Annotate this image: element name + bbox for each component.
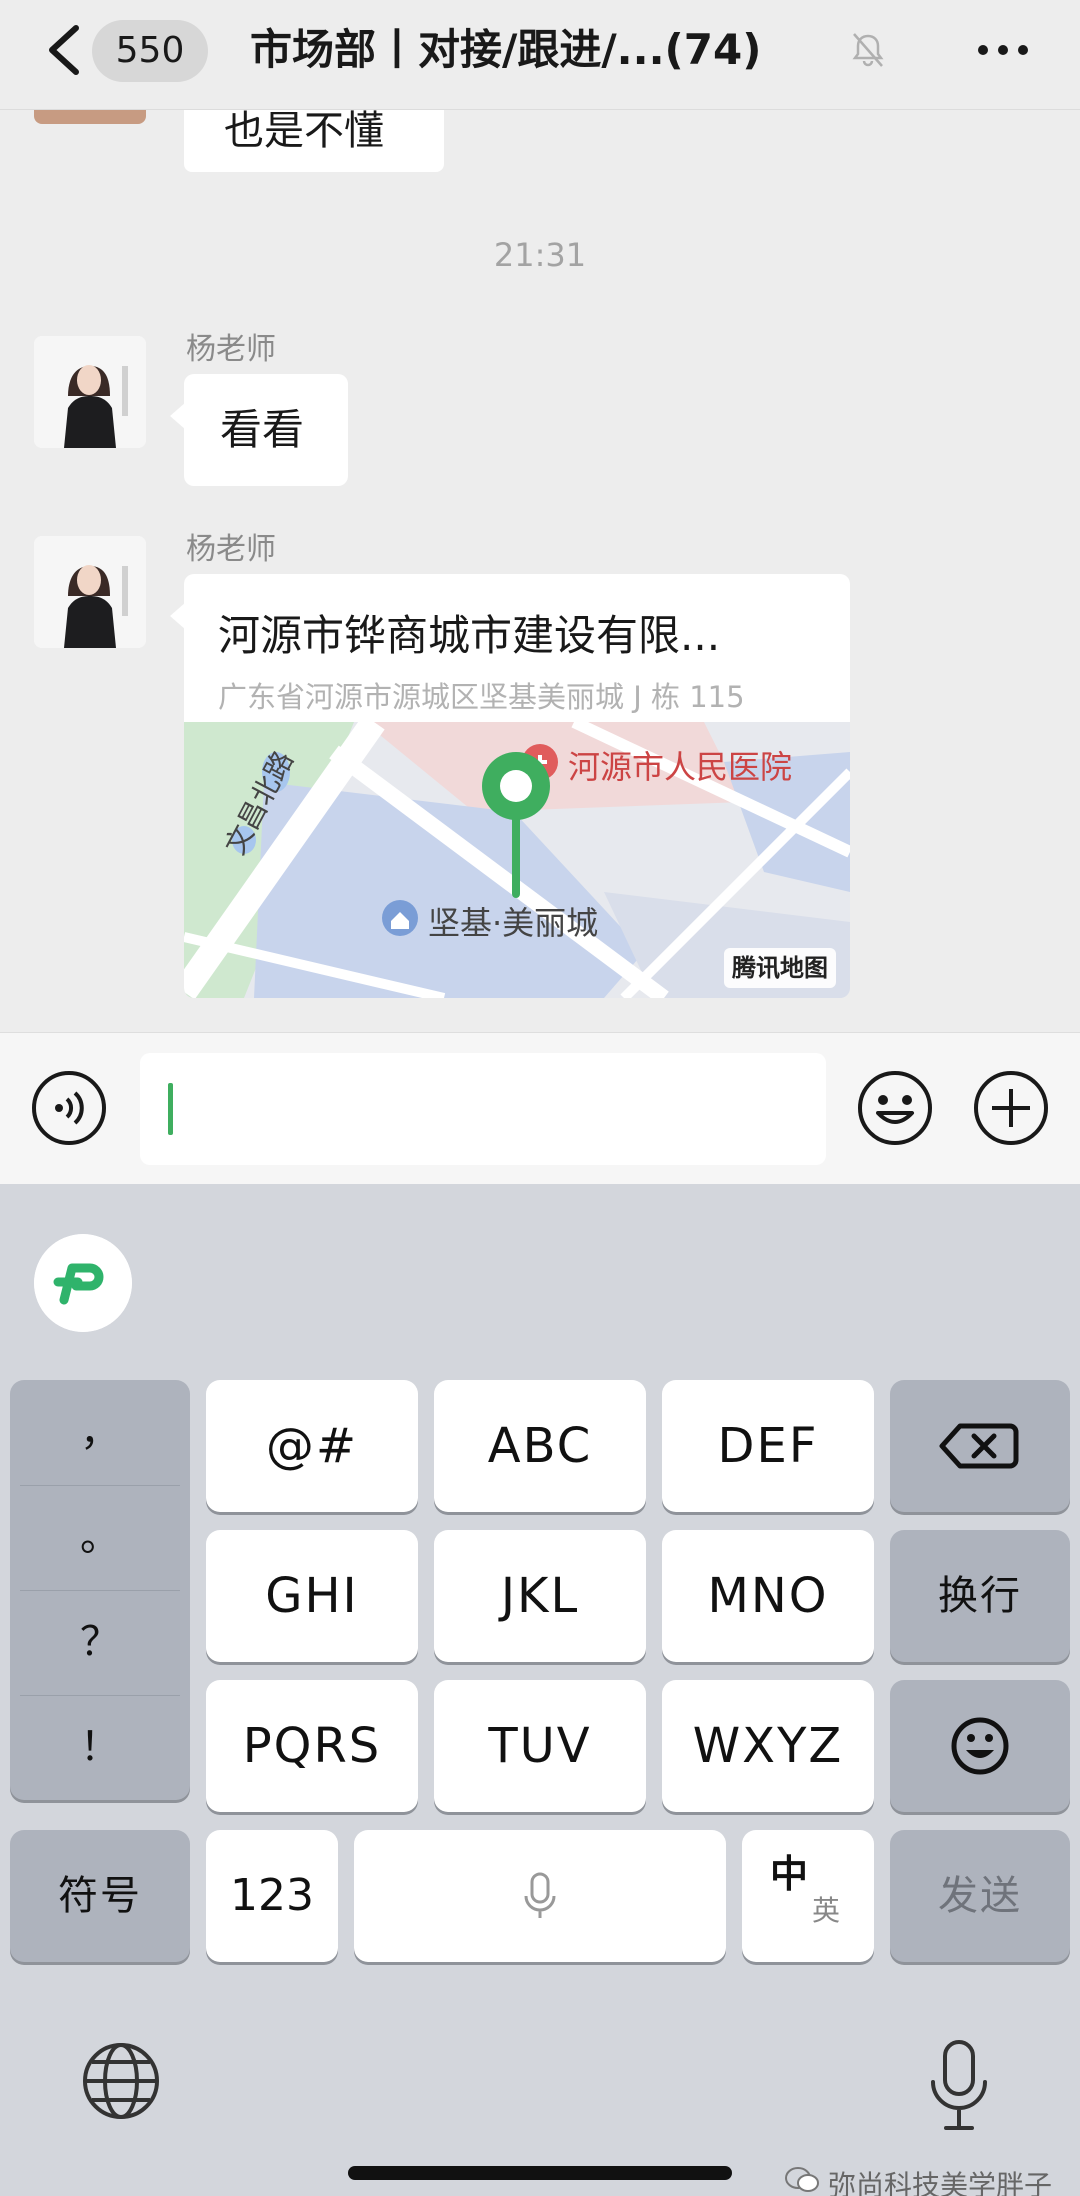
key-ghi[interactable]: GHI bbox=[206, 1530, 418, 1662]
punctuation-column: ， 。 ？ ！ bbox=[10, 1380, 190, 1800]
mute-bell-icon bbox=[852, 33, 884, 67]
watermark-text: 弥尚科技美学胖子 bbox=[828, 2169, 1053, 2196]
home-indicator[interactable] bbox=[348, 2166, 732, 2180]
key-emoji[interactable] bbox=[890, 1680, 1070, 1812]
punctuation-key[interactable]: ， bbox=[10, 1380, 190, 1485]
wechat-logo-icon bbox=[785, 2167, 819, 2192]
globe-icon[interactable] bbox=[80, 2040, 162, 2122]
message-bubble[interactable]: 看看 bbox=[170, 374, 348, 486]
message-text: 看看 bbox=[220, 405, 305, 454]
unread-count-badge[interactable]: 550 bbox=[92, 20, 208, 82]
sender-name: 杨老师 bbox=[186, 532, 276, 567]
key-space[interactable] bbox=[354, 1830, 726, 1962]
member-count: (74) bbox=[664, 25, 762, 74]
avatar[interactable] bbox=[34, 536, 146, 648]
send-button[interactable]: 发送 bbox=[890, 1830, 1070, 1962]
avatar-photo-icon bbox=[34, 536, 146, 648]
chat-header: 550 市场部丨对接/跟进/...(74) bbox=[0, 0, 1080, 110]
keyboard: ， 。 ？ ！ @# ABC DEF GHI JKL MNO 换行 PQRS T… bbox=[0, 1184, 1080, 2196]
avatar[interactable] bbox=[34, 336, 146, 448]
location-title: 河源市铧商城市建设有限... bbox=[218, 611, 721, 660]
input-bar bbox=[0, 1032, 1080, 1184]
key-symbols-at[interactable]: @# bbox=[206, 1380, 418, 1512]
key-pqrs[interactable]: PQRS bbox=[206, 1680, 418, 1812]
chat-title: 市场部丨对接/跟进/...(74) bbox=[250, 18, 850, 82]
message-list[interactable]: 也是不懂 21:31 杨老师 看看 杨老师 河源市铧商城市建设有限... 广东省… bbox=[0, 110, 1080, 1032]
key-language-switch[interactable]: 中 英 bbox=[742, 1830, 874, 1962]
key-mno[interactable]: MNO bbox=[662, 1530, 874, 1662]
key-numbers[interactable]: 123 bbox=[206, 1830, 338, 1962]
emoji-key-icon bbox=[951, 1717, 1009, 1775]
message-bubble[interactable]: 也是不懂 bbox=[184, 110, 444, 172]
voice-mode-icon[interactable] bbox=[30, 1069, 108, 1147]
punctuation-key[interactable]: ？ bbox=[10, 1590, 190, 1695]
more-options-icon[interactable] bbox=[975, 40, 1031, 60]
key-backspace[interactable] bbox=[890, 1380, 1070, 1512]
key-def[interactable]: DEF bbox=[662, 1380, 874, 1512]
avatar-photo-icon bbox=[34, 336, 146, 448]
microphone-icon bbox=[524, 1872, 556, 1918]
location-card[interactable]: 河源市铧商城市建设有限... 广东省河源市源城区坚基美丽城 J 栋 115 河源… bbox=[170, 574, 850, 998]
punctuation-key[interactable]: 。 bbox=[10, 1485, 190, 1590]
text-caret bbox=[168, 1083, 173, 1135]
key-newline[interactable]: 换行 bbox=[890, 1530, 1070, 1662]
key-symbols[interactable]: 符号 bbox=[10, 1830, 190, 1962]
key-tuv[interactable]: TUV bbox=[434, 1680, 646, 1812]
emoji-icon[interactable] bbox=[856, 1069, 934, 1147]
message-input[interactable] bbox=[140, 1053, 826, 1165]
map-preview[interactable]: 河源市人民医院 文昌北路 坚基·美丽城 腾讯地图 bbox=[184, 722, 850, 998]
plus-icon[interactable] bbox=[972, 1069, 1050, 1147]
map-credit: 腾讯地图 bbox=[724, 948, 836, 988]
map-label-hospital: 河源市人民医院 bbox=[568, 748, 793, 786]
group-name: 市场部丨对接/跟进/... bbox=[250, 25, 665, 74]
key-jkl[interactable]: JKL bbox=[434, 1530, 646, 1662]
map-label-place: 坚基·美丽城 bbox=[428, 904, 599, 942]
key-wxyz[interactable]: WXYZ bbox=[662, 1680, 874, 1812]
avatar[interactable] bbox=[34, 110, 146, 124]
backspace-icon bbox=[939, 1423, 1019, 1469]
lang-zh-label: 中 bbox=[770, 1852, 811, 1896]
back-chevron-icon[interactable] bbox=[40, 22, 90, 78]
sender-name: 杨老师 bbox=[186, 332, 276, 367]
punctuation-key[interactable]: ！ bbox=[10, 1695, 190, 1800]
dictation-mic-icon[interactable] bbox=[924, 2036, 994, 2136]
message-timestamp: 21:31 bbox=[493, 236, 587, 274]
input-method-logo-icon[interactable] bbox=[34, 1234, 132, 1332]
key-abc[interactable]: ABC bbox=[434, 1380, 646, 1512]
lang-en-label: 英 bbox=[812, 1894, 843, 1927]
location-address: 广东省河源市源城区坚基美丽城 J 栋 115 bbox=[218, 680, 745, 714]
